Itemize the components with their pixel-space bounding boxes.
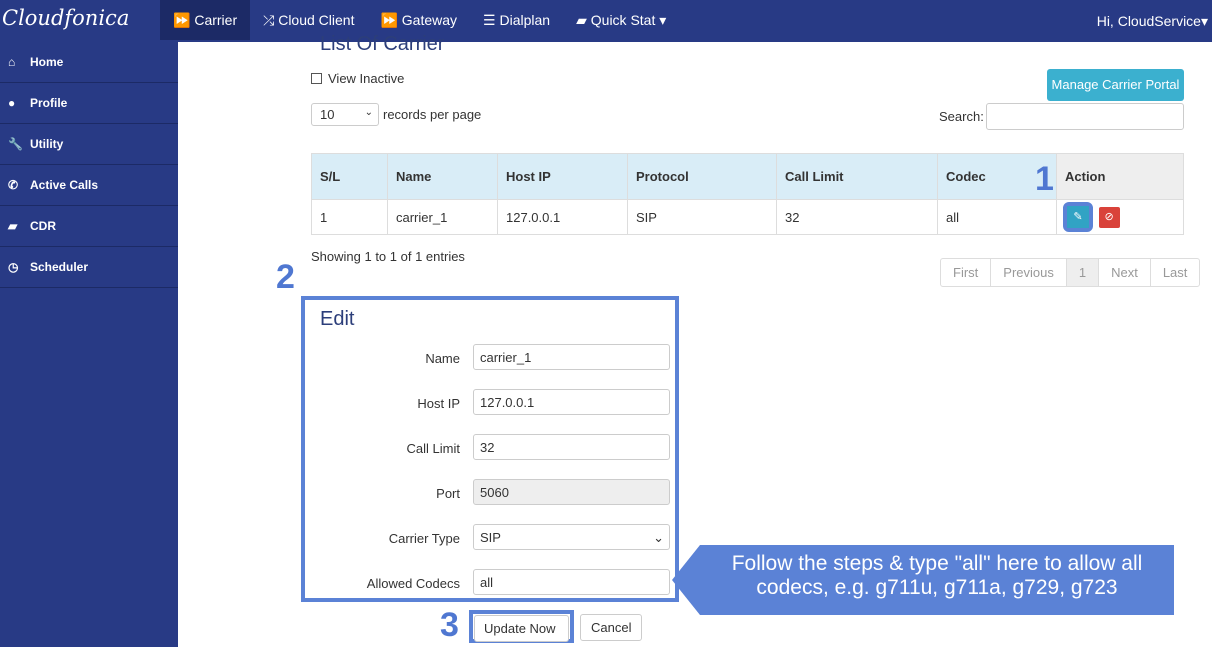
sidebar-item-home[interactable]: ⌂ Home — [0, 42, 178, 83]
showing-entries: Showing 1 to 1 of 1 entries — [311, 249, 465, 264]
col-call-limit[interactable]: Call Limit — [776, 153, 938, 200]
top-navbar: Cloudfonica ⏩ Carrier ⤮ Cloud Client ⏩ G… — [0, 0, 1212, 42]
step-1-marker: 1 — [1035, 160, 1054, 198]
per-page-select[interactable]: 10 ⌄ — [311, 103, 379, 126]
callout-arrow — [672, 545, 700, 615]
col-action: Action — [1056, 153, 1184, 200]
callout-note: Follow the steps & type "all" here to al… — [700, 545, 1174, 615]
col-protocol[interactable]: Protocol — [627, 153, 777, 200]
sidebar: ⌂ Home ● Profile 🔧 Utility ✆ Active Calls ▰ C… — [0, 42, 178, 647]
sidebar-item-scheduler[interactable]: ◷ Scheduler — [0, 247, 178, 288]
cancel-button[interactable]: Cancel — [580, 614, 643, 641]
nav-carrier[interactable]: ⏩ Carrier — [160, 0, 251, 40]
edit-title: Edit — [320, 308, 355, 330]
page-next[interactable]: Next — [1098, 259, 1150, 286]
nav-dialplan[interactable]: ☰ Dialplan — [470, 0, 563, 40]
name-input[interactable]: carrier_1 — [473, 344, 670, 370]
view-inactive-checkbox[interactable]: View Inactive — [311, 71, 404, 86]
phone-icon: ✆ — [8, 178, 19, 192]
page-first[interactable]: First — [941, 259, 990, 286]
carrier-type-select[interactable]: SIP ⌄ — [473, 524, 670, 550]
page-1[interactable]: 1 — [1065, 259, 1099, 286]
sidebar-item-utility[interactable]: 🔧 Utility — [0, 124, 178, 165]
pencil-icon: ✎ — [1073, 211, 1083, 223]
user-icon: ● — [8, 96, 16, 110]
col-host-ip[interactable]: Host IP — [497, 153, 628, 200]
host-ip-input[interactable]: 127.0.0.1 — [473, 389, 670, 415]
call-limit-input[interactable]: 32 — [473, 434, 670, 460]
sidebar-item-active-calls[interactable]: ✆ Active Calls — [0, 165, 178, 206]
page-previous[interactable]: Previous — [990, 259, 1066, 286]
chevron-down-icon: ⌄ — [653, 530, 664, 545]
chevron-down-icon: ⌄ — [364, 107, 373, 118]
page-last[interactable]: Last — [1149, 259, 1200, 286]
clock-icon: ◷ — [8, 260, 19, 274]
list-icon: ☰ — [483, 12, 496, 28]
search-label: Search: — [939, 109, 984, 124]
table-row: 1 carrier_1 127.0.0.1 SIP 32 all ✎ ⊘ — [311, 199, 1184, 235]
forward-icon: ⏩ — [380, 12, 398, 28]
book-icon: ▰ — [8, 219, 18, 233]
nav-quick-stat[interactable]: ▰ Quick Stat ▾ — [563, 0, 679, 40]
update-now-button[interactable]: Update Now — [474, 615, 569, 642]
edit-form: Edit Name carrier_1 Host IP 127.0.0.1 Call… — [301, 296, 679, 602]
col-name[interactable]: Name — [387, 153, 498, 200]
per-page-label: records per page — [383, 107, 482, 122]
step-3-marker: 3 — [440, 606, 459, 644]
sidebar-item-profile[interactable]: ● Profile — [0, 83, 178, 124]
port-input: 5060 — [473, 479, 670, 505]
allowed-codecs-input[interactable]: all — [473, 569, 670, 595]
page-title: List Of Carrier — [320, 33, 445, 55]
manage-carrier-portal-button[interactable]: Manage Carrier Portal — [1047, 69, 1184, 101]
home-icon: ⌂ — [8, 55, 16, 69]
shuffle-icon: ⤮ — [263, 12, 275, 28]
search-input[interactable] — [986, 103, 1184, 130]
user-menu[interactable]: Hi, CloudService▾ — [1097, 13, 1208, 30]
book-icon: ▰ — [576, 12, 587, 28]
delete-button[interactable]: ⊘ — [1098, 206, 1120, 228]
sidebar-item-cdr[interactable]: ▰ CDR — [0, 206, 178, 247]
edit-button[interactable]: ✎ — [1067, 206, 1089, 228]
brand-logo[interactable]: Cloudfonica — [2, 6, 129, 30]
col-sl[interactable]: S/L — [311, 153, 388, 200]
forward-icon: ⏩ — [173, 12, 191, 28]
step-2-marker: 2 — [276, 258, 295, 296]
pagination: First Previous 1 Next Last — [940, 258, 1201, 287]
ban-icon: ⊘ — [1104, 210, 1114, 223]
wrench-icon: 🔧 — [8, 137, 23, 151]
